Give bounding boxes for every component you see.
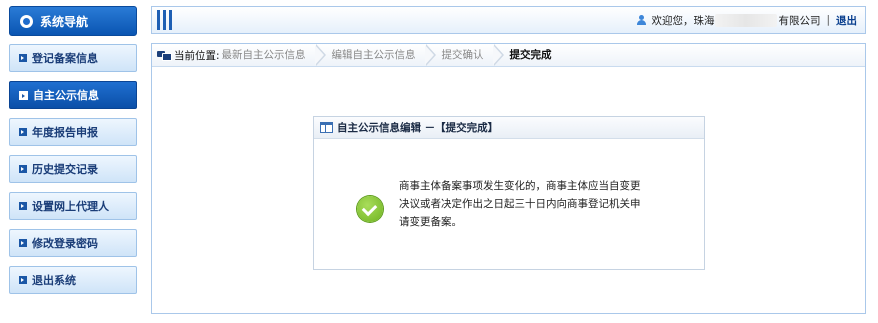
sidebar-item-label: 年度报告申报 <box>32 126 98 139</box>
nav-title: 系统导航 <box>40 14 89 29</box>
sidebar-item-label: 历史提交记录 <box>32 163 98 176</box>
chevron-right-icon <box>314 44 328 66</box>
globe-icon <box>20 14 33 28</box>
chevron-right-icon <box>492 44 506 66</box>
sidebar-item-exit-system[interactable]: 退出系统 <box>9 266 137 294</box>
success-message: 商事主体备案事项发生变化的，商事主体应当自变更 决议或者决定作出之日起三十日内向… <box>399 177 684 231</box>
dialog-title: 自主公示信息编辑 －【提交完成】 <box>337 122 499 134</box>
sidebar-item-change-password[interactable]: 修改登录密码 <box>9 229 137 257</box>
message-line: 请变更备案。 <box>399 216 462 228</box>
sidebar-item-label: 退出系统 <box>32 274 76 287</box>
dialog-header: 自主公示信息编辑 －【提交完成】 <box>314 117 704 139</box>
sidebar-item-label: 设置网上代理人 <box>32 200 109 213</box>
breadcrumb-step-edit-disclosure: 编辑自主公示信息 <box>331 49 416 61</box>
redacted-company-name <box>715 13 778 27</box>
arrow-square-icon <box>19 54 27 62</box>
stripes-decoration <box>157 10 172 30</box>
window-icon <box>320 122 333 133</box>
chevron-right-icon <box>424 44 438 66</box>
success-check-icon <box>357 196 383 222</box>
breadcrumb-step-complete: 提交完成 <box>509 49 552 61</box>
dialog-body: 商事主体备案事项发生变化的，商事主体应当自变更 决议或者决定作出之日起三十日内向… <box>314 139 704 269</box>
breadcrumb-step-confirm: 提交确认 <box>441 49 484 61</box>
user-area: 欢迎您，珠海 有限公司 | 退出 <box>636 7 857 33</box>
sidebar: 系统导航 登记备案信息 自主公示信息 年度报告申报 历史提交记录 设置网上代理人… <box>9 6 137 303</box>
nav-header: 系统导航 <box>9 6 137 36</box>
arrow-square-icon <box>19 165 27 173</box>
arrow-square-icon <box>19 202 27 210</box>
separator: | <box>826 14 830 26</box>
breadcrumb: 当前位置: 最新自主公示信息 编辑自主公示信息 提交确认 提交完成 <box>152 44 865 67</box>
top-bar: 欢迎您，珠海 有限公司 | 退出 <box>151 6 866 34</box>
company-suffix: 有限公司 <box>778 14 821 27</box>
message-line: 商事主体备案事项发生变化的，商事主体应当自变更 <box>399 180 641 192</box>
nav-list: 登记备案信息 自主公示信息 年度报告申报 历史提交记录 设置网上代理人 修改登录… <box>9 44 137 294</box>
main-panel: 当前位置: 最新自主公示信息 编辑自主公示信息 提交确认 提交完成 自主公示信息… <box>151 43 866 314</box>
arrow-square-icon <box>19 276 27 284</box>
location-icon <box>157 50 172 61</box>
sidebar-item-annual-report[interactable]: 年度报告申报 <box>9 118 137 146</box>
sidebar-item-label: 自主公示信息 <box>33 89 99 102</box>
arrow-square-icon <box>19 239 27 247</box>
breadcrumb-step-latest-disclosure: 最新自主公示信息 <box>221 49 306 61</box>
sidebar-item-label: 修改登录密码 <box>32 237 98 250</box>
breadcrumb-label: 当前位置: <box>174 49 220 62</box>
logout-link[interactable]: 退出 <box>836 13 857 28</box>
sidebar-item-label: 登记备案信息 <box>32 52 98 65</box>
user-icon <box>636 14 647 26</box>
welcome-text: 欢迎您，珠海 <box>651 14 715 27</box>
arrow-square-icon <box>19 90 28 100</box>
message-line: 决议或者决定作出之日起三十日内向商事登记机关申 <box>399 198 641 210</box>
sidebar-item-self-disclosure[interactable]: 自主公示信息 <box>9 81 137 109</box>
sidebar-item-registration-info[interactable]: 登记备案信息 <box>9 44 137 72</box>
result-dialog: 自主公示信息编辑 －【提交完成】 商事主体备案事项发生变化的，商事主体应当自变更… <box>313 116 705 270</box>
sidebar-item-online-agent[interactable]: 设置网上代理人 <box>9 192 137 220</box>
arrow-square-icon <box>19 128 27 136</box>
sidebar-item-submission-history[interactable]: 历史提交记录 <box>9 155 137 183</box>
